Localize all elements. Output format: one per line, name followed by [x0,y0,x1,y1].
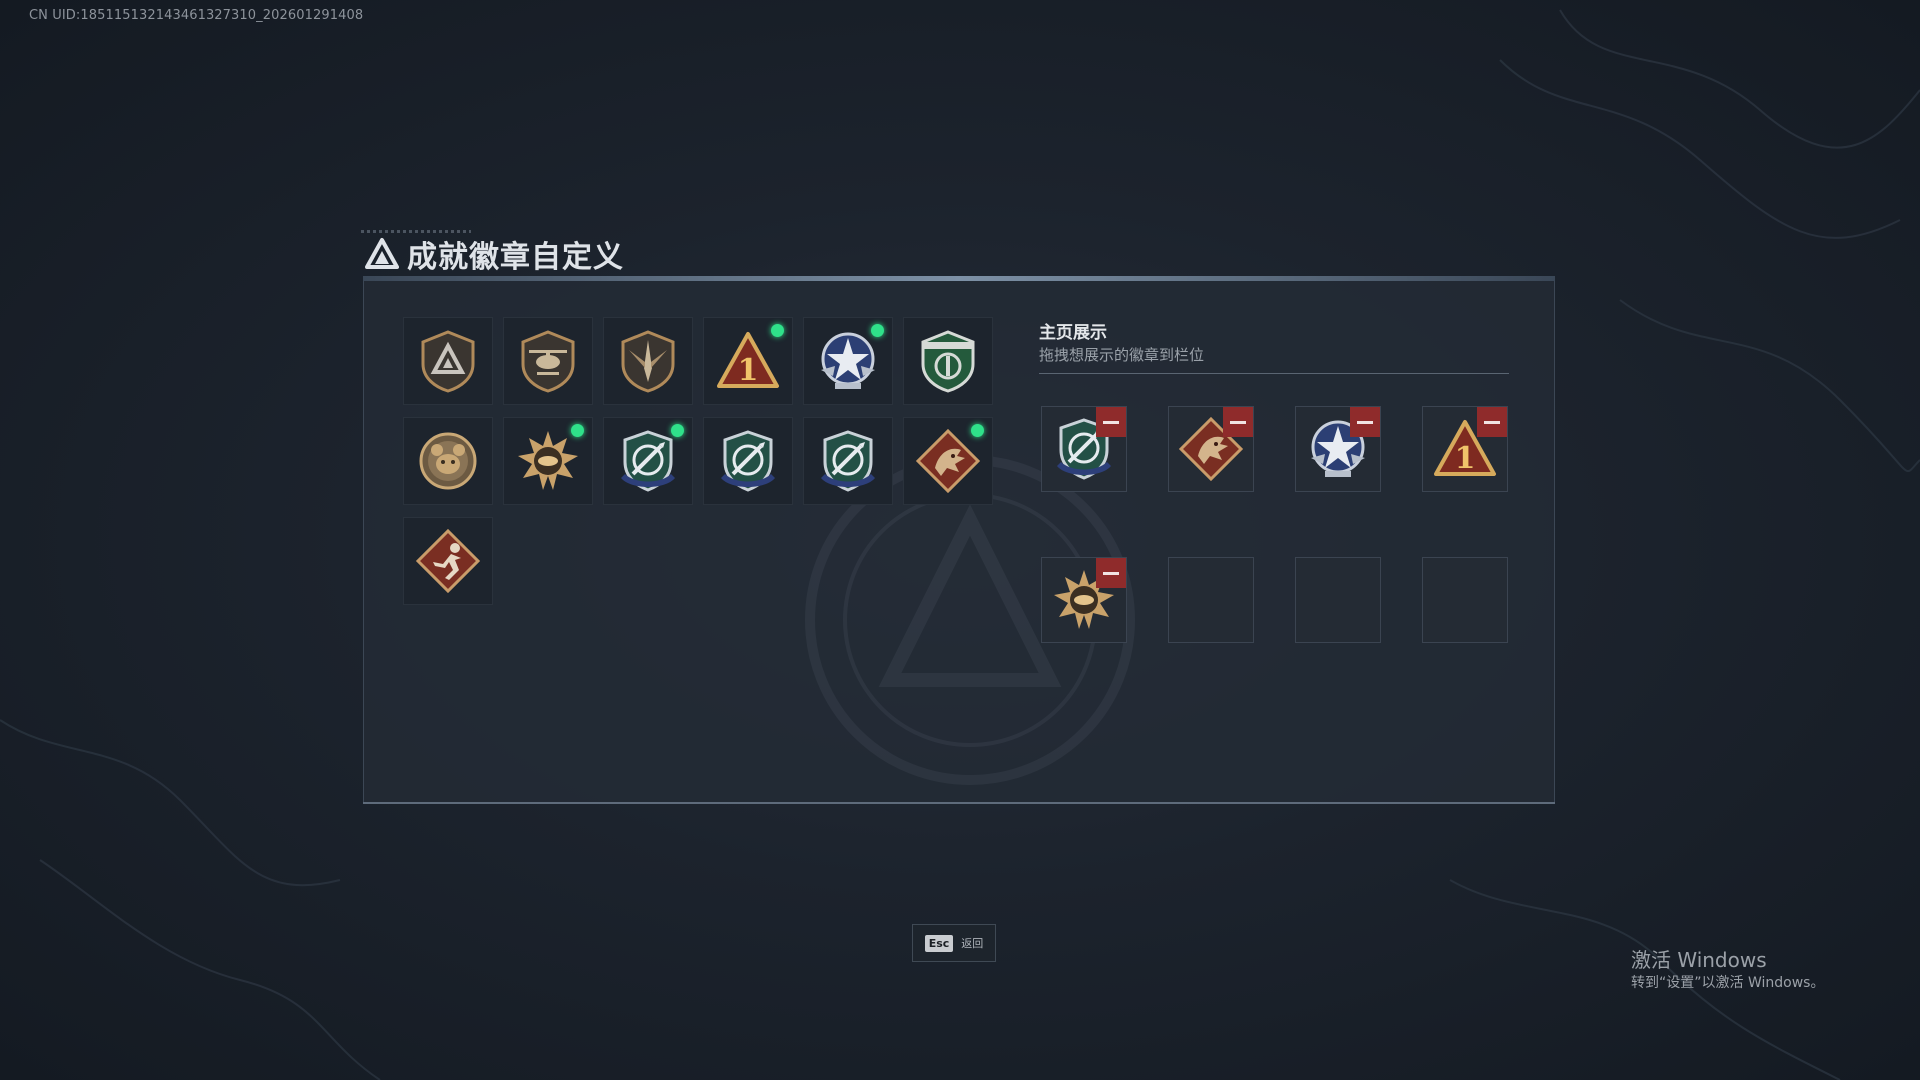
badge-cell[interactable] [803,417,893,505]
minus-icon [1230,420,1246,424]
activation-watermark-hint: 转到“设置”以激活 Windows。 [1631,975,1825,991]
badge-cell[interactable] [603,417,693,505]
showcase-title: 主页展示 [1039,323,1107,343]
empty-showcase-slot[interactable] [1168,557,1254,643]
panel-bottom-line [363,802,1555,804]
badge-cell[interactable] [903,417,993,505]
back-label: 返回 [961,937,984,950]
showcase-slot[interactable] [1422,406,1508,492]
bear-head-badge-icon [415,428,481,494]
missile-shield-badge-icon [615,428,681,494]
badge-cell[interactable] [903,317,993,405]
panel-top-bar [363,276,1555,281]
badge-cell[interactable] [503,317,593,405]
missile-shield-badge-icon [715,428,781,494]
empty-showcase-slot[interactable] [1422,557,1508,643]
badge-cell[interactable] [603,317,693,405]
remove-badge-button[interactable] [1223,407,1253,437]
minus-icon [1357,420,1373,424]
activation-watermark-title: 激活 Windows [1631,948,1767,972]
sun-burst-badge-icon [515,428,581,494]
runner-diamond-badge-icon [415,528,481,594]
missile-shield-badge-icon [815,428,881,494]
remove-badge-button[interactable] [1350,407,1380,437]
minus-icon [1484,420,1500,424]
badge-cell[interactable] [403,317,493,405]
showcase-slot[interactable] [1041,557,1127,643]
showcase-slot[interactable] [1168,406,1254,492]
helicopter-shield-badge-icon [515,328,581,394]
new-indicator-dot [771,324,784,337]
new-indicator-dot [671,424,684,437]
empty-showcase-slot[interactable] [1295,557,1381,643]
badge-cell[interactable] [703,417,793,505]
badge-cell[interactable] [403,517,493,605]
number-one-triangle-badge-icon [715,328,781,394]
minus-icon [1103,571,1119,575]
winged-dagger-badge-icon [615,328,681,394]
triangle-logo-icon [365,238,399,269]
remove-badge-button[interactable] [1477,407,1507,437]
page-header: 成就徽章自定义 [365,232,624,276]
new-indicator-dot [871,324,884,337]
showcase-slot[interactable] [1041,406,1127,492]
badge-cell[interactable] [803,317,893,405]
uid-label: CN UID:185115132143461327310_20260129140… [29,8,364,23]
back-button[interactable]: Esc 返回 [912,924,996,962]
star-wings-badge-icon [815,328,881,394]
new-indicator-dot [971,424,984,437]
badge-cell[interactable] [703,317,793,405]
minus-icon [1103,420,1119,424]
esc-key-icon: Esc [924,934,954,952]
triangle-shield-badge-icon [415,328,481,394]
showcase-divider [1039,373,1509,374]
showcase-subtitle: 拖拽想展示的徽章到栏位 [1039,346,1205,364]
showcase-slot[interactable] [1295,406,1381,492]
new-indicator-dot [571,424,584,437]
badge-cell[interactable] [503,417,593,505]
green-medic-shield-badge-icon [915,328,981,394]
remove-badge-button[interactable] [1096,407,1126,437]
remove-badge-button[interactable] [1096,558,1126,588]
badge-cell[interactable] [403,417,493,505]
page-title: 成就徽章自定义 [407,240,624,275]
dragon-diamond-badge-icon [915,428,981,494]
